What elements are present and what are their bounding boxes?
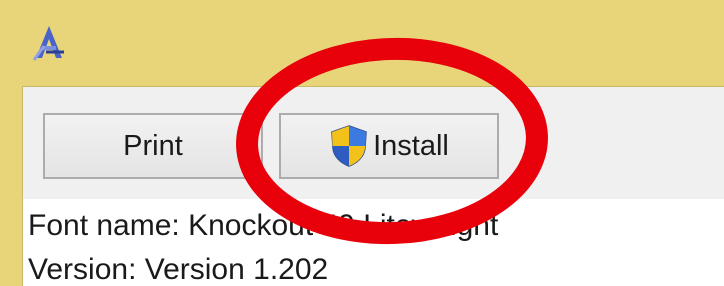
print-button-label: Print [123, 129, 183, 162]
install-button-label: Install [373, 129, 449, 162]
font-viewer-window: Print Install Font name: Knockout 49 Lit… [0, 0, 724, 286]
font-name-text: Font name: Knockout 49 Liteweight [28, 209, 499, 242]
print-button[interactable]: Print [43, 113, 263, 179]
font-viewer-app-icon [32, 26, 64, 61]
font-info-panel: Font name: Knockout 49 Liteweight Versio… [23, 199, 724, 286]
uac-shield-icon [331, 125, 367, 167]
title-bar [0, 0, 724, 86]
font-viewer-content: Print Install Font name: Knockout 49 Lit… [22, 86, 724, 286]
version-text: Version: Version 1.202 [28, 253, 329, 286]
toolbar: Print Install [23, 87, 724, 199]
install-button[interactable]: Install [279, 113, 499, 179]
